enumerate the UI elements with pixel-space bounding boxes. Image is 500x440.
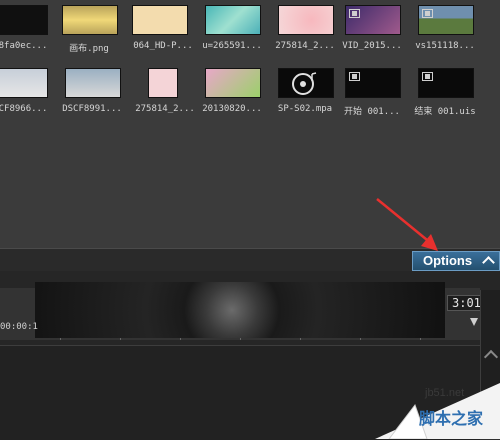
watermark-brand: 脚本之家 [419, 409, 484, 428]
timecode-start: 00:00:1 [0, 322, 38, 332]
watermark-site: jb51.net [425, 387, 465, 399]
preview-overlay [35, 282, 445, 338]
playhead-marker[interactable] [470, 318, 478, 326]
watermark: jb51.net 脚本之家 [375, 383, 500, 439]
